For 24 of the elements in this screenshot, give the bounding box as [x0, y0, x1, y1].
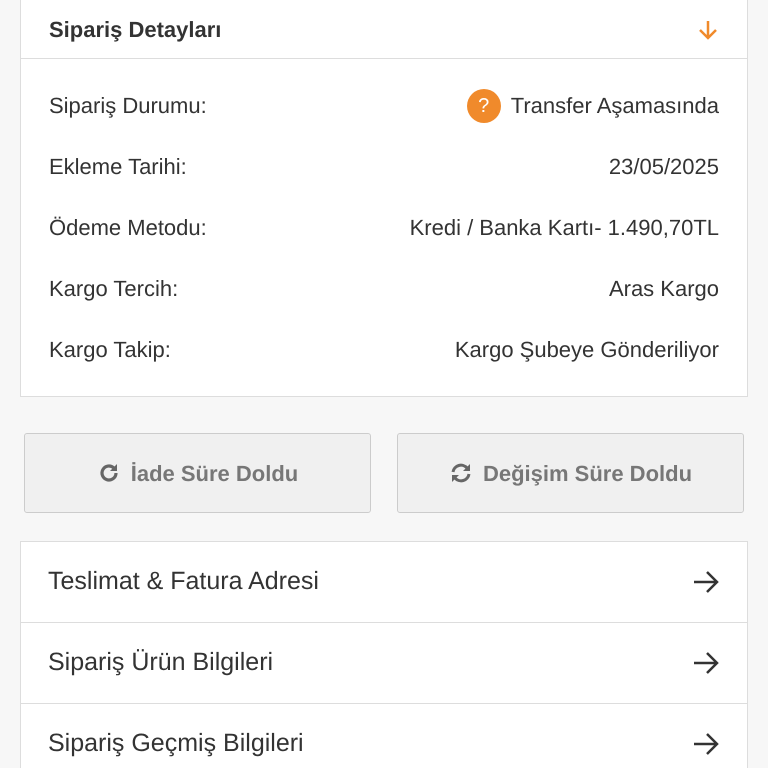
field-label: Sipariş Durumu: [49, 92, 207, 120]
field-label: Ödeme Metodu: [49, 214, 207, 242]
card-title: Sipariş Detayları [49, 16, 222, 44]
sync-icon [448, 461, 473, 485]
arrow-right-icon [692, 732, 720, 756]
arrow-right-icon [692, 651, 720, 675]
menu-link[interactable]: Sipariş Ürün Bilgileri [21, 623, 747, 703]
field-value: Transfer Aşamasında [510, 92, 719, 120]
field-value: 23/05/2025 [608, 153, 719, 181]
status-badge: ? [466, 88, 501, 122]
field-label: Ekleme Tarihi: [49, 153, 187, 181]
field-label: Kargo Tercih: [49, 275, 178, 303]
arrow-right-icon [692, 570, 720, 594]
link-label: Sipariş Ürün Bilgileri [48, 647, 274, 678]
collapse-toggle[interactable] [697, 18, 719, 40]
link-label: Teslimat & Fatura Adresi [48, 566, 319, 598]
arrow-down-icon [697, 18, 719, 40]
menu-link[interactable]: Teslimat & Fatura Adresi [21, 542, 747, 622]
field-value: Kargo Şubeye Gönderiliyor [454, 336, 719, 364]
field-value: Kredi / Banka Kartı- 1.490,70TL [410, 214, 719, 242]
field-value: Aras Kargo [608, 275, 719, 303]
link-label: Sipariş Geçmiş Bilgileri [48, 728, 304, 760]
menu-link[interactable]: Sipariş Geçmiş Bilgileri [21, 704, 747, 768]
field-label: Kargo Takip: [49, 336, 171, 364]
